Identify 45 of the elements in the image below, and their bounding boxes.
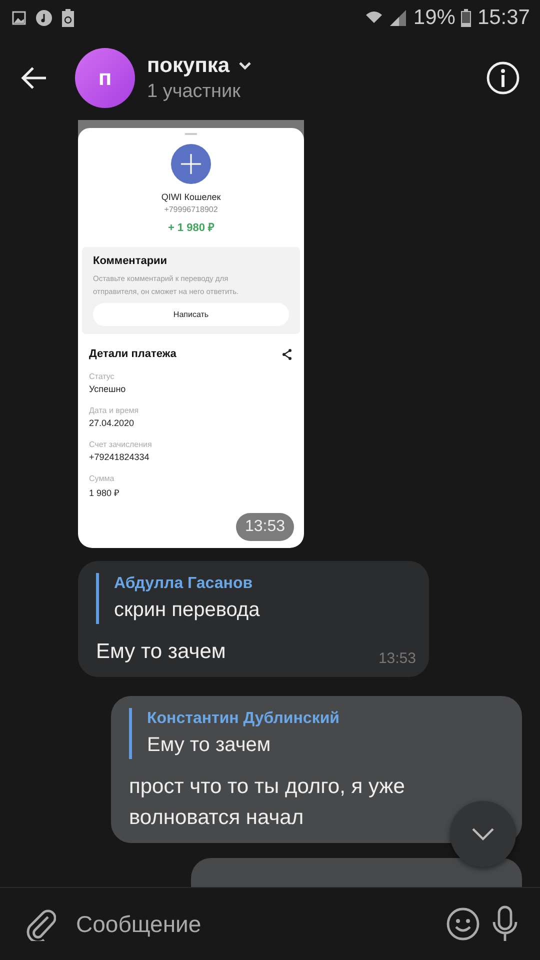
write-button[interactable]: Написать <box>93 303 289 326</box>
reply-quote[interactable]: Абдулла Гасанов скрин перевода <box>96 573 411 624</box>
info-icon[interactable] <box>486 61 520 95</box>
reply-author: Абдулла Гасанов <box>114 575 254 593</box>
chevron-down-icon <box>471 827 495 841</box>
details-title: Детали платежа <box>89 348 176 360</box>
battery-icon <box>461 9 472 27</box>
signal-icon <box>389 10 408 26</box>
reply-text: Ему то зачем <box>147 734 272 757</box>
chevron-down-icon[interactable] <box>238 60 252 70</box>
comments-title: Комментарии <box>93 255 168 267</box>
plus-icon <box>171 144 211 184</box>
screenshot-image[interactable] <box>78 120 304 548</box>
share-icon[interactable] <box>282 348 292 360</box>
reply-text: скрин перевода <box>114 599 261 622</box>
field-value: 1 980 ₽ <box>89 487 120 499</box>
microphone-icon[interactable] <box>492 905 518 943</box>
field-label: Статус <box>89 372 116 381</box>
message-text: Ему то зачем <box>96 639 226 665</box>
field-value: 27.04.2020 <box>89 418 136 428</box>
reply-quote[interactable]: Константин Дублинский Ему то зачем <box>129 708 504 759</box>
group-avatar[interactable]: п <box>75 48 135 108</box>
back-arrow-icon[interactable] <box>20 66 48 90</box>
wallet-name: QIWI Кошелек <box>161 192 221 202</box>
gallery-icon <box>12 11 26 25</box>
field-value: +79241824334 <box>89 452 150 462</box>
field-label: Дата и время <box>89 406 140 415</box>
emoji-icon[interactable] <box>446 907 480 941</box>
reply-author: Константин Дублинский <box>147 710 340 728</box>
music-icon <box>36 10 52 26</box>
clock: 15:37 <box>477 6 530 30</box>
message-text: прост что то ты долго, я уже волноватся начал <box>129 774 406 831</box>
field-label: Сумма <box>89 474 116 483</box>
field-label: Счет зачисления <box>89 440 153 449</box>
message-bubble[interactable]: Константин Дублинский Ему то зачем прост что то ты долго, я уже волноватся начал <box>111 696 522 843</box>
message-bubble[interactable]: Абдулла Гасанов скрин перевода Ему то зачем 13:53 <box>78 561 429 677</box>
wallet-phone: +79996718902 <box>164 205 218 214</box>
field-value: Успешно <box>89 384 127 394</box>
member-count: 1 участник <box>147 80 242 102</box>
chat-title[interactable]: покупка <box>147 54 230 78</box>
amount: + 1 980 ₽ <box>168 221 214 234</box>
message-time: 13:53 <box>378 650 416 667</box>
attach-icon[interactable] <box>26 907 56 941</box>
battery-level: 19% <box>413 6 456 30</box>
message-field[interactable]: Сообщение <box>68 904 434 944</box>
